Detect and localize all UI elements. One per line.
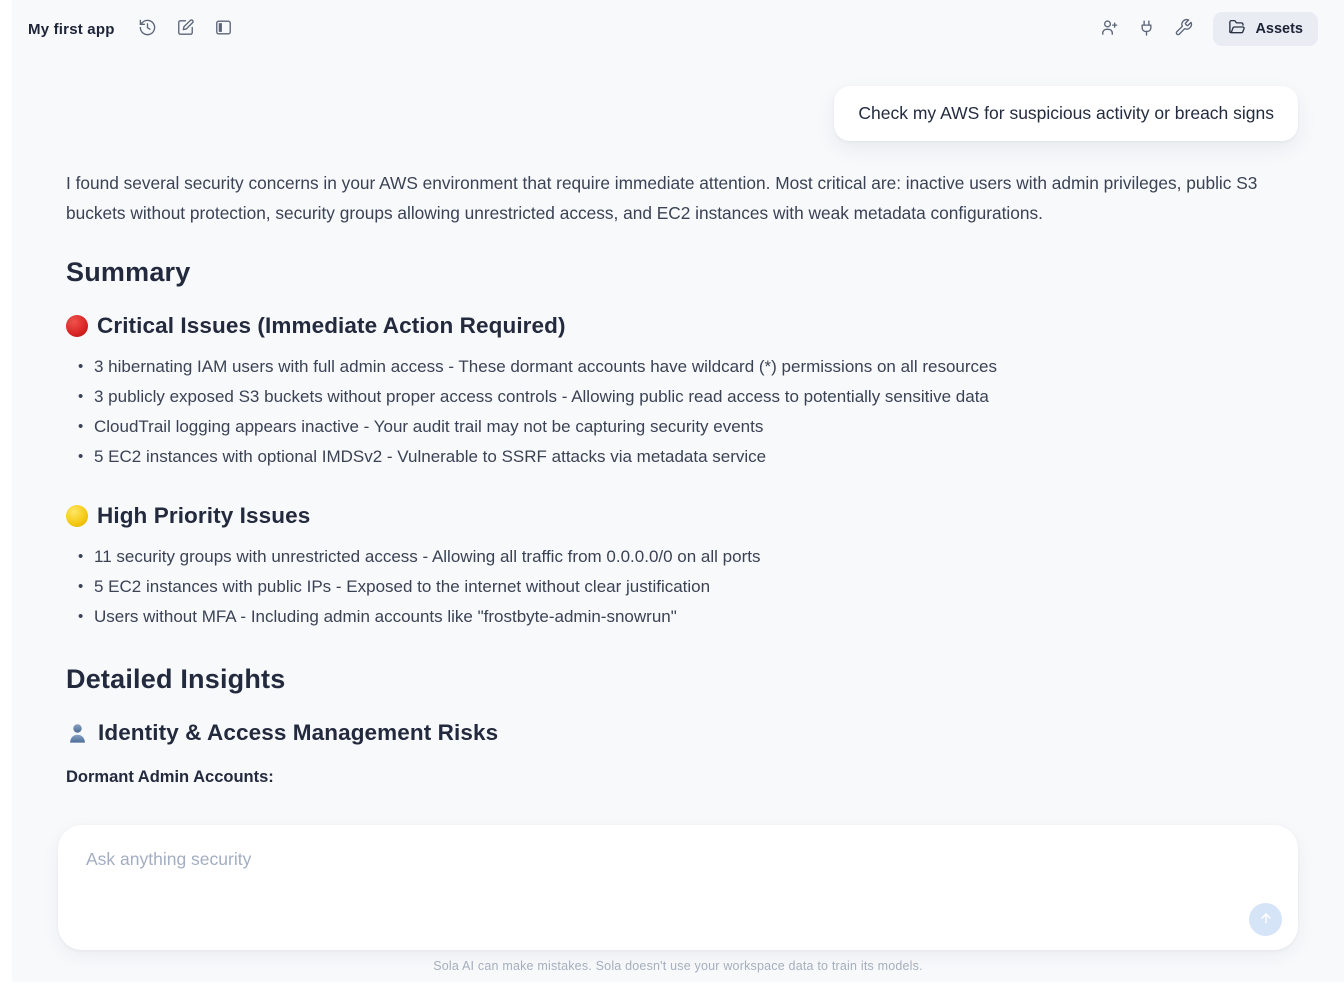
yellow-circle-icon (66, 505, 88, 527)
list-item: 5 EC2 instances with optional IMDSv2 - V… (66, 442, 1290, 472)
list-item: 11 security groups with unrestricted acc… (66, 542, 1290, 572)
high-priority-heading-text: High Priority Issues (97, 503, 310, 529)
assistant-message: I found several security concerns in you… (58, 168, 1298, 787)
composer-box (58, 825, 1298, 950)
app-title: My first app (28, 21, 125, 38)
list-item: 3 publicly exposed S3 buckets without pr… (66, 382, 1290, 412)
list-item: CloudTrail logging appears inactive - Yo… (66, 412, 1290, 442)
add-user-button[interactable] (1094, 14, 1124, 44)
arrow-up-icon (1258, 910, 1274, 929)
history-icon (138, 18, 157, 40)
high-priority-list: 11 security groups with unrestricted acc… (66, 542, 1290, 632)
list-item: 3 hibernating IAM users with full admin … (66, 352, 1290, 382)
assistant-intro-paragraph: I found several security concerns in you… (66, 168, 1290, 228)
chat-scroll-area[interactable]: Check my AWS for suspicious activity or … (12, 58, 1344, 825)
high-priority-heading: High Priority Issues (66, 503, 1290, 529)
critical-issues-heading: Critical Issues (Immediate Action Requir… (66, 313, 1290, 339)
dormant-accounts-label: Dormant Admin Accounts: (66, 768, 1290, 787)
disclaimer-text: Sola AI can make mistakes. Sola doesn't … (12, 950, 1344, 982)
history-button[interactable] (133, 14, 163, 44)
list-item: 5 EC2 instances with public IPs - Expose… (66, 572, 1290, 602)
assets-button-label: Assets (1255, 21, 1303, 37)
app-window: My first app (12, 0, 1344, 982)
send-button[interactable] (1249, 903, 1282, 936)
summary-heading: Summary (66, 257, 1290, 288)
plug-button[interactable] (1131, 14, 1161, 44)
wrench-icon (1174, 18, 1193, 40)
folder-open-icon (1228, 18, 1246, 40)
new-chat-icon (176, 18, 195, 40)
detailed-insights-heading: Detailed Insights (66, 664, 1290, 695)
plug-icon (1137, 18, 1156, 40)
composer-area: Sola AI can make mistakes. Sola doesn't … (12, 825, 1344, 982)
iam-risks-heading: Identity & Access Management Risks (66, 720, 1290, 746)
new-chat-button[interactable] (171, 14, 201, 44)
add-user-icon (1100, 18, 1119, 40)
sidebar-toggle-icon (214, 18, 233, 40)
critical-issues-heading-text: Critical Issues (Immediate Action Requir… (97, 313, 566, 339)
wrench-button[interactable] (1168, 14, 1198, 44)
topbar: My first app (12, 0, 1344, 58)
chat-input[interactable] (58, 825, 1298, 950)
red-circle-icon (66, 315, 88, 337)
critical-issues-list: 3 hibernating IAM users with full admin … (66, 352, 1290, 472)
iam-risks-heading-text: Identity & Access Management Risks (98, 720, 498, 746)
sidebar-toggle-button[interactable] (209, 14, 239, 44)
user-message-row: Check my AWS for suspicious activity or … (58, 86, 1298, 141)
topbar-left-group: My first app (28, 14, 239, 44)
assets-button[interactable]: Assets (1213, 12, 1318, 46)
bust-silhouette-icon (66, 722, 89, 745)
user-message-bubble: Check my AWS for suspicious activity or … (834, 86, 1298, 141)
list-item: Users without MFA - Including admin acco… (66, 602, 1290, 632)
topbar-right-group: Assets (1094, 12, 1318, 46)
